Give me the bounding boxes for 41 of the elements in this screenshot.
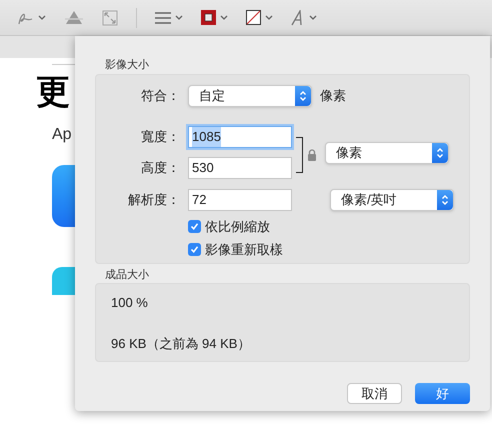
popup-button[interactable]: 像素/英吋 [330, 189, 454, 211]
document-text: Ap [52, 125, 72, 145]
field-label: 符合： [140, 87, 181, 106]
stepper-icon [295, 86, 311, 106]
checkbox[interactable] [188, 242, 201, 256]
cancel-button[interactable]: 取消 [347, 383, 402, 404]
section-title: 影像大小 [104, 58, 150, 72]
document-heading: 更 [36, 75, 70, 109]
fill-color-tool[interactable] [246, 10, 273, 25]
field-label: 寬度： [140, 128, 181, 146]
checkbox[interactable] [188, 220, 201, 234]
chevron-icon [38, 14, 46, 20]
section-title: 成品大小 [104, 268, 150, 282]
unit-label: 像素 [320, 87, 346, 106]
input-field[interactable]: 1085 [188, 126, 292, 148]
percent-text: 100 % [111, 294, 149, 312]
lock-icon [307, 149, 317, 161]
chevron-icon [175, 14, 183, 20]
popup-button[interactable]: 自定 [188, 85, 312, 107]
field-label: 高度： [140, 159, 181, 178]
lines-icon [155, 10, 171, 24]
chevron-icon [265, 14, 273, 20]
stepper-icon [437, 190, 453, 210]
stepper-icon [432, 143, 448, 163]
field-label: 解析度： [127, 191, 181, 210]
border-color-tool[interactable] [201, 10, 228, 25]
chevron-icon [220, 14, 228, 20]
square-icon [201, 10, 216, 25]
checkbox-label: 影像重新取樣 [205, 240, 283, 258]
input-field[interactable]: 530 [188, 157, 292, 179]
font-tool[interactable] [291, 10, 317, 26]
line-style-tool[interactable] [155, 10, 183, 24]
chevron-icon [309, 14, 317, 20]
size-text: 96 KB（之前為 94 KB） [111, 334, 252, 352]
slashed-square-icon [246, 10, 261, 25]
input-field[interactable]: 72 [188, 189, 292, 211]
resize-icon[interactable] [102, 10, 118, 26]
checkbox-label: 依比例縮放 [205, 218, 270, 236]
link-bracket [296, 137, 304, 173]
prism-icon[interactable] [64, 10, 84, 26]
popup-button[interactable]: 像素 [325, 142, 449, 164]
